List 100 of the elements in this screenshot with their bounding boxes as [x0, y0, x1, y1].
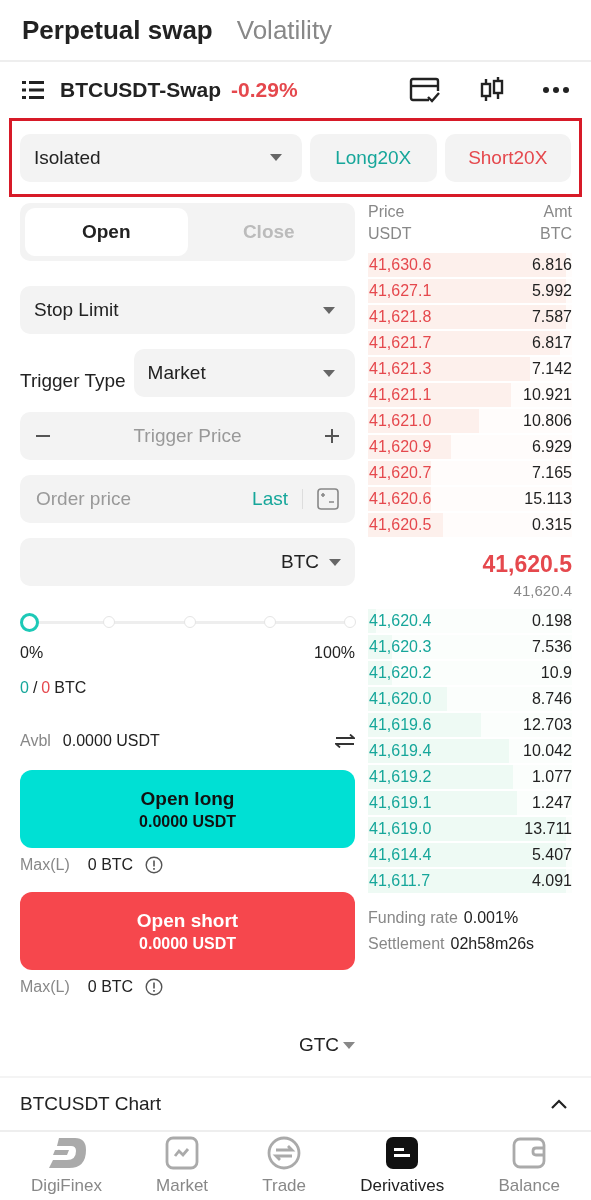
calculator-icon[interactable]: [317, 488, 339, 510]
trigger-price-field[interactable]: Trigger Price: [20, 412, 355, 460]
nav-item[interactable]: Market: [156, 1136, 209, 1196]
chart-icon: [165, 1136, 200, 1170]
amount-cell: 7.536: [530, 638, 572, 656]
amount-cell: 15.113: [523, 490, 572, 508]
slider-stop[interactable]: [183, 616, 196, 628]
max-label: Max(L): [20, 978, 70, 996]
exchange-icon: [267, 1136, 302, 1170]
slider-max-label: 100%: [314, 644, 355, 662]
chevron-up-icon[interactable]: [551, 1099, 567, 1109]
amount-cell: 10.806: [522, 412, 572, 430]
funding-rate-value: 0.001%: [463, 909, 519, 927]
separator: /: [32, 679, 38, 697]
slider-stop[interactable]: [263, 616, 276, 628]
logo-icon: [46, 1136, 87, 1170]
amount-cell: 10.042: [522, 742, 572, 760]
price-cell: 41,619.1: [368, 794, 432, 812]
leverage-button[interactable]: Short20X: [444, 133, 571, 182]
amount-cell: 0.198: [530, 612, 572, 630]
plus-icon[interactable]: [325, 429, 339, 443]
price-cell: 41,619.6: [368, 716, 432, 734]
amount-cell: 8.746: [530, 690, 572, 708]
card-check-icon[interactable]: [409, 77, 441, 103]
price-cell: 41,621.1: [368, 386, 432, 404]
column-unit: BTC: [540, 225, 572, 243]
amount-cell: 5.992: [530, 282, 572, 300]
candlestick-icon[interactable]: [479, 77, 505, 103]
price-cell: 41,611.7: [368, 872, 431, 890]
amount-cell: 6.817: [530, 334, 572, 352]
menu-icon[interactable]: [22, 81, 44, 99]
section-title: BTCUSDT Chart: [20, 1093, 162, 1115]
info-icon[interactable]: [145, 856, 164, 874]
column-header: Price: [368, 203, 406, 221]
amount-cell: 5.407: [530, 846, 572, 864]
amount-cell: 7.587: [530, 308, 572, 326]
document-icon: [385, 1136, 420, 1170]
price-change: -0.29%: [231, 78, 298, 102]
max-value: 0 BTC: [87, 978, 134, 996]
nav-item[interactable]: DigiFinex: [31, 1136, 102, 1196]
slider-stop[interactable]: [344, 616, 356, 628]
price-cell: 41,630.6: [368, 256, 432, 274]
price-cell: 41,621.0: [368, 412, 432, 430]
wallet-icon: [512, 1136, 547, 1170]
amount-cell: 6.929: [530, 438, 572, 456]
time-in-force-selector[interactable]: GTC: [298, 1034, 339, 1056]
amount-cell: 7.165: [530, 464, 572, 482]
price-cell: 41,620.9: [368, 438, 432, 456]
caret-down-icon: [329, 558, 341, 566]
long-amount: 0: [20, 679, 29, 697]
max-value: 0 BTC: [87, 856, 134, 874]
available-value: 0.0000 USDT: [62, 732, 160, 750]
slider-stop[interactable]: [103, 616, 116, 628]
price-cell: 41,614.4: [368, 846, 432, 864]
order-type-dropdown[interactable]: Stop Limit: [20, 286, 355, 334]
max-label: Max(L): [20, 856, 70, 874]
funding-rate-label: Funding rate: [368, 909, 458, 927]
settlement-label: Settlement: [368, 935, 445, 953]
slider-thumb[interactable]: [20, 613, 39, 632]
amount-cell: 1.077: [530, 768, 572, 786]
price-cell: 41,621.3: [368, 360, 432, 378]
nav-item[interactable]: Trade: [262, 1136, 307, 1196]
tab[interactable]: Volatility: [236, 14, 333, 46]
unit-selector[interactable]: BTC: [281, 551, 319, 573]
open-short-button[interactable]: Open short 0.0000 USDT: [20, 892, 355, 970]
tab[interactable]: Open: [25, 208, 188, 256]
caret-down-icon: [323, 306, 335, 314]
amount-cell: 6.816: [530, 256, 572, 274]
price-input[interactable]: Trigger Price: [60, 425, 315, 447]
amount-cell: 10.9: [539, 664, 572, 682]
price-cell: 41,620.5: [368, 516, 432, 534]
price-input[interactable]: Order price: [36, 488, 243, 510]
amount-cell: 7.142: [530, 360, 572, 378]
trigger-type-dropdown[interactable]: Market: [133, 349, 355, 397]
price-cell: 41,619.4: [368, 742, 432, 760]
info-icon[interactable]: [145, 978, 164, 996]
transfer-icon[interactable]: [335, 734, 355, 748]
price-cell: 41,619.2: [368, 768, 432, 786]
price-cell: 41,621.7: [368, 334, 432, 352]
price-cell: 41,621.8: [368, 308, 432, 326]
amount-cell: 12.703: [522, 716, 572, 734]
column-unit: USDT: [368, 225, 412, 243]
nav-item[interactable]: Balance: [498, 1136, 560, 1196]
field-label: Trigger Type: [20, 369, 126, 392]
price-cell: 41,620.6: [368, 490, 432, 508]
short-amount: 0: [41, 679, 51, 697]
caret-down-icon: [270, 154, 282, 161]
amount-cell: 4.091: [530, 872, 572, 890]
price-cell: 41,620.4: [368, 612, 432, 630]
caret-down-icon: [323, 369, 335, 377]
amount-field[interactable]: BTC: [20, 538, 355, 586]
nav-item[interactable]: Derivatives: [360, 1136, 445, 1196]
tab[interactable]: Perpetual swap: [22, 14, 213, 46]
caret-down-icon: [343, 1041, 355, 1049]
open-long-button[interactable]: Open long 0.0000 USDT: [20, 770, 355, 848]
more-icon[interactable]: [543, 87, 569, 93]
price-cell: 41,619.0: [368, 820, 432, 838]
margin-mode-dropdown[interactable]: Isolated: [20, 133, 302, 182]
last-price: 41,620.5: [481, 551, 572, 578]
pair-symbol[interactable]: BTCUSDT-Swap: [60, 78, 221, 102]
